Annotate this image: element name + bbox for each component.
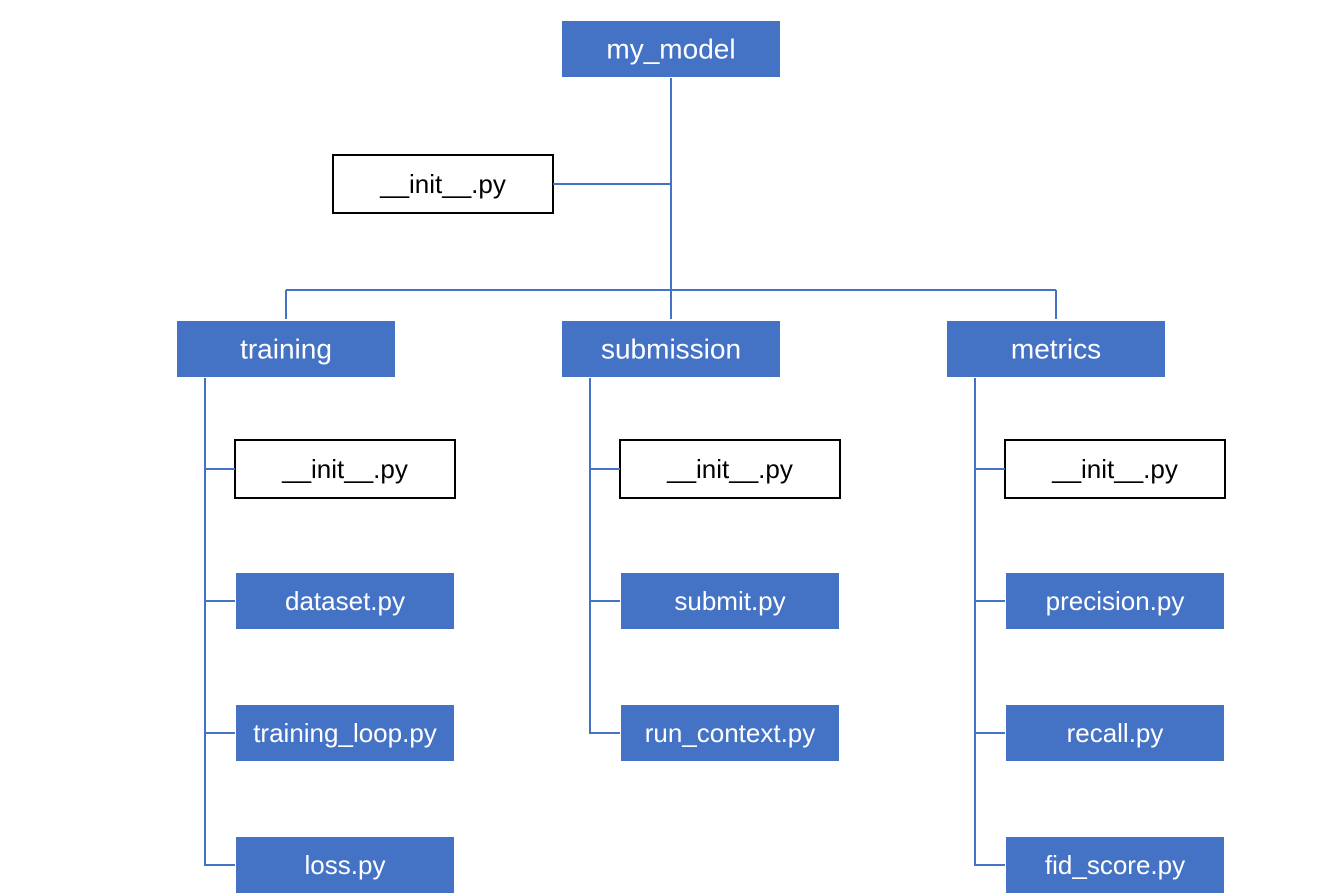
- folder-training: training: [176, 320, 396, 378]
- file-training-0-label: dataset.py: [285, 586, 405, 616]
- file-root-init: __init__.py: [333, 155, 553, 213]
- file-metrics-2-label: fid_score.py: [1045, 850, 1185, 880]
- file-training-2-label: loss.py: [305, 850, 386, 880]
- file-root-init-label: __init__.py: [379, 169, 506, 199]
- file-submission-1-label: run_context.py: [645, 718, 816, 748]
- file-submission-0-label: submit.py: [674, 586, 785, 616]
- folder-root-label: my_model: [606, 33, 735, 64]
- file-training-1: training_loop.py: [235, 704, 455, 762]
- file-metrics-1-label: recall.py: [1067, 718, 1164, 748]
- file-submission-init: __init__.py: [620, 440, 840, 498]
- file-metrics-0: precision.py: [1005, 572, 1225, 630]
- file-training-init-label: __init__.py: [281, 454, 408, 484]
- file-training-init: __init__.py: [235, 440, 455, 498]
- file-metrics-1: recall.py: [1005, 704, 1225, 762]
- file-submission-1: run_context.py: [620, 704, 840, 762]
- file-training-2: loss.py: [235, 836, 455, 893]
- file-submission-0: submit.py: [620, 572, 840, 630]
- folder-root: my_model: [561, 20, 781, 78]
- file-training-1-label: training_loop.py: [253, 718, 437, 748]
- file-metrics-2: fid_score.py: [1005, 836, 1225, 893]
- file-submission-init-label: __init__.py: [666, 454, 793, 484]
- file-metrics-init: __init__.py: [1005, 440, 1225, 498]
- file-metrics-init-label: __init__.py: [1051, 454, 1178, 484]
- folder-metrics-label: metrics: [1011, 333, 1101, 364]
- folder-submission-label: submission: [601, 333, 741, 364]
- file-metrics-0-label: precision.py: [1046, 586, 1185, 616]
- folder-training-label: training: [240, 333, 332, 364]
- folder-metrics: metrics: [946, 320, 1166, 378]
- folder-submission: submission: [561, 320, 781, 378]
- file-training-0: dataset.py: [235, 572, 455, 630]
